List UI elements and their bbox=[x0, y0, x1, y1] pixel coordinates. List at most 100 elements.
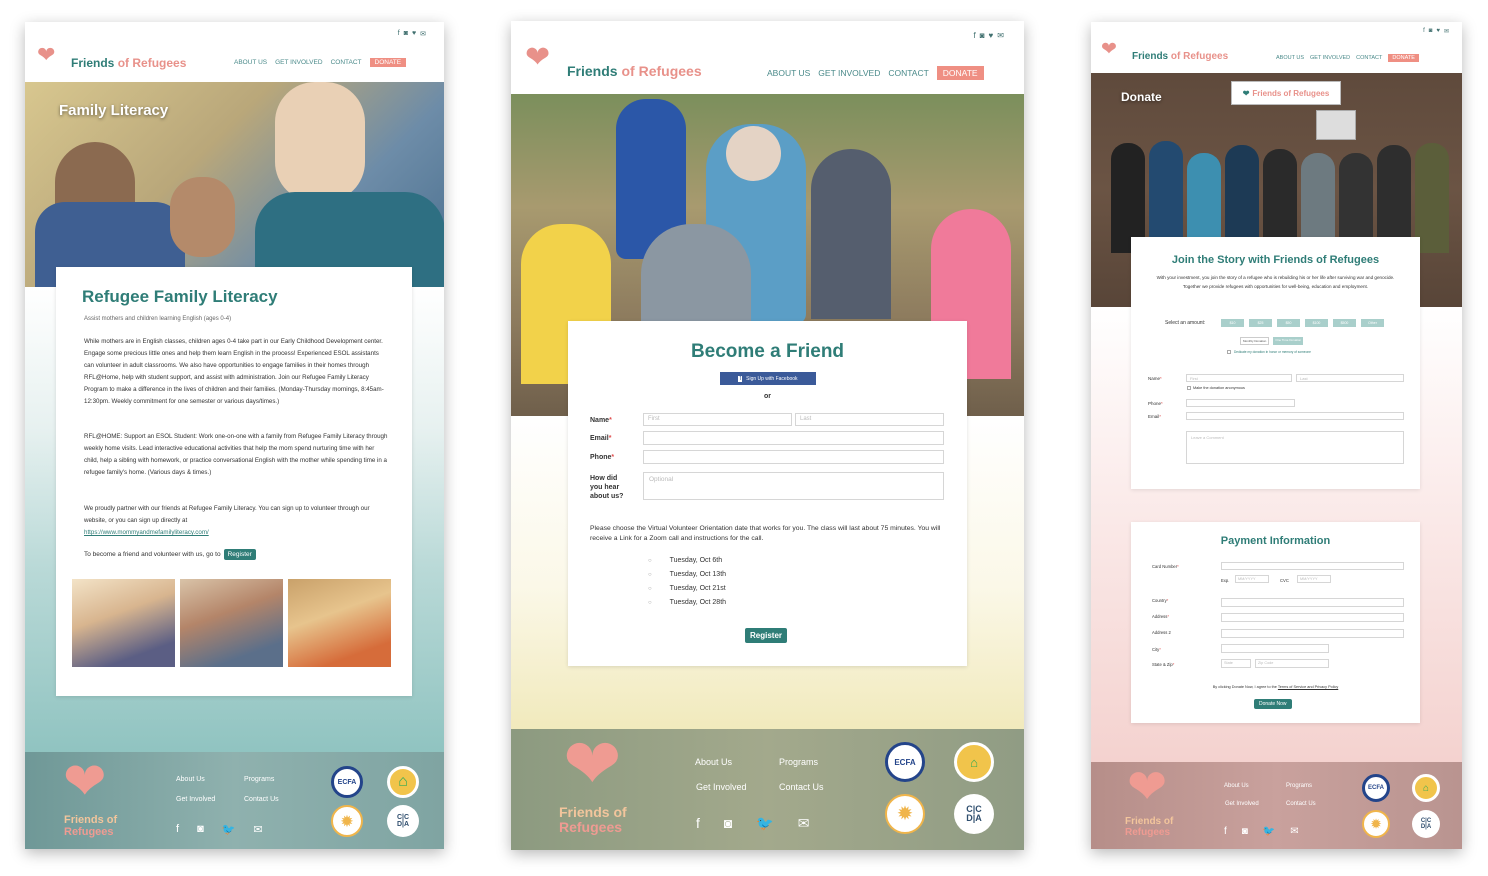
footer-heart-logo-icon[interactable]: ❤ bbox=[63, 756, 107, 808]
date-option[interactable]: ○ Tuesday, Oct 21st bbox=[648, 582, 726, 596]
nav-about[interactable]: ABOUT US bbox=[767, 68, 810, 78]
facebook-icon[interactable]: f bbox=[398, 30, 400, 38]
anonymous-checkbox[interactable]: Make the donation anonymous bbox=[1187, 386, 1245, 390]
brand-name[interactable]: Friends of Refugees bbox=[1132, 51, 1228, 62]
last-name-input[interactable]: Last bbox=[1296, 374, 1404, 382]
instagram-icon[interactable]: ◙ bbox=[724, 815, 732, 832]
nav-contact[interactable]: CONTACT bbox=[331, 59, 362, 66]
facebook-icon[interactable]: f bbox=[696, 815, 700, 832]
dedicate-checkbox[interactable]: Dedicate my donation in honor or memory … bbox=[1227, 350, 1311, 354]
nav-about[interactable]: ABOUT US bbox=[1276, 55, 1304, 61]
heart-logo-icon[interactable]: ❤ bbox=[37, 44, 55, 66]
date-option[interactable]: ○ Tuesday, Oct 28th bbox=[648, 596, 726, 610]
exp-input[interactable]: MM/YYYY bbox=[1235, 575, 1269, 583]
nav-get-involved[interactable]: GET INVOLVED bbox=[275, 59, 322, 66]
last-name-input[interactable]: Last bbox=[795, 413, 944, 426]
footer-about-link[interactable]: About Us bbox=[176, 776, 205, 783]
footer-heart-logo-icon[interactable]: ❤ bbox=[563, 729, 622, 799]
first-name-input[interactable]: First bbox=[643, 413, 792, 426]
gallery-photo bbox=[180, 579, 283, 667]
email-input[interactable] bbox=[1186, 412, 1404, 420]
donate-now-button[interactable]: Donate Now bbox=[1254, 699, 1292, 709]
facebook-icon[interactable]: f bbox=[1224, 826, 1227, 837]
facebook-signup-button[interactable]: f Sign Up with Facebook bbox=[720, 372, 816, 385]
cvc-input[interactable]: MM/YYYY bbox=[1297, 575, 1331, 583]
nav-donate-button[interactable]: DONATE bbox=[936, 66, 984, 80]
footer-involved-link[interactable]: Get Involved bbox=[696, 782, 747, 792]
register-button[interactable]: Register bbox=[745, 628, 788, 643]
twitter-icon[interactable]: ♥ bbox=[989, 31, 994, 40]
hear-about-input[interactable]: Optional bbox=[643, 472, 944, 500]
footer-programs-link[interactable]: Programs bbox=[244, 776, 274, 783]
nav-about[interactable]: ABOUT US bbox=[234, 59, 267, 66]
twitter-icon[interactable]: ♥ bbox=[1436, 28, 1440, 35]
mail-icon[interactable]: ✉ bbox=[253, 823, 262, 836]
footer-contact-link[interactable]: Contact Us bbox=[1286, 801, 1316, 807]
country-input[interactable] bbox=[1221, 598, 1404, 607]
nav-donate-button[interactable]: DONATE bbox=[1388, 54, 1419, 62]
mail-icon[interactable]: ✉ bbox=[1290, 826, 1298, 837]
amount-option[interactable]: Other bbox=[1361, 319, 1384, 327]
twitter-icon[interactable]: 🐦 bbox=[222, 823, 236, 836]
nav-donate-button[interactable]: DONATE bbox=[369, 58, 407, 67]
footer-about-link[interactable]: About Us bbox=[695, 757, 732, 767]
amount-option[interactable]: $500 bbox=[1333, 319, 1356, 327]
facebook-icon[interactable]: f bbox=[973, 31, 975, 40]
nav-contact[interactable]: CONTACT bbox=[888, 68, 928, 78]
footer-programs-link[interactable]: Programs bbox=[1286, 783, 1312, 789]
partner-link[interactable]: https://www.mommyandmefamilyliteracy.com… bbox=[84, 529, 209, 536]
brand-name[interactable]: Friends of Refugees bbox=[567, 63, 702, 79]
nav-get-involved[interactable]: GET INVOLVED bbox=[818, 68, 880, 78]
twitter-icon[interactable]: 🐦 bbox=[756, 815, 773, 832]
address-input[interactable] bbox=[1221, 613, 1404, 622]
footer-heart-logo-icon[interactable]: ❤ bbox=[1127, 764, 1167, 812]
date-option[interactable]: ○ Tuesday, Oct 6th bbox=[648, 554, 726, 568]
nav-get-involved[interactable]: GET INVOLVED bbox=[1310, 55, 1350, 61]
footer-involved-link[interactable]: Get Involved bbox=[1225, 801, 1259, 807]
phone-input[interactable] bbox=[643, 450, 944, 464]
mail-icon[interactable]: ✉ bbox=[1444, 28, 1449, 35]
instagram-icon[interactable]: ◙ bbox=[1429, 28, 1433, 35]
instagram-icon[interactable]: ◙ bbox=[1242, 826, 1248, 837]
footer-programs-link[interactable]: Programs bbox=[779, 757, 818, 767]
instagram-icon[interactable]: ◙ bbox=[197, 823, 204, 836]
monthly-donation-option[interactable]: Monthly Donation bbox=[1240, 337, 1270, 345]
amount-option[interactable]: $25 bbox=[1249, 319, 1272, 327]
heart-logo-icon[interactable]: ❤ bbox=[1101, 40, 1117, 59]
first-name-input[interactable]: First bbox=[1186, 374, 1292, 382]
terms-link[interactable]: Terms of Service and Privacy Policy bbox=[1278, 685, 1338, 689]
footer-contact-link[interactable]: Contact Us bbox=[244, 796, 279, 803]
amount-option[interactable]: $10 bbox=[1221, 319, 1244, 327]
nav-contact[interactable]: CONTACT bbox=[1356, 55, 1382, 61]
date-option[interactable]: ○ Tuesday, Oct 13th bbox=[648, 568, 726, 582]
heart-logo-icon[interactable]: ❤ bbox=[525, 43, 550, 73]
hero-title: Donate bbox=[1121, 90, 1162, 104]
amount-option[interactable]: $100 bbox=[1305, 319, 1328, 327]
mail-icon[interactable]: ✉ bbox=[798, 815, 810, 832]
brand-name[interactable]: Friends of Refugees bbox=[71, 56, 186, 70]
state-input[interactable]: State bbox=[1221, 659, 1251, 668]
instagram-icon[interactable]: ◙ bbox=[404, 30, 408, 38]
facebook-icon[interactable]: f bbox=[1423, 28, 1425, 35]
phone-input[interactable] bbox=[1186, 399, 1295, 407]
address2-input[interactable] bbox=[1221, 629, 1404, 638]
twitter-icon[interactable]: 🐦 bbox=[1263, 826, 1275, 837]
mail-icon[interactable]: ✉ bbox=[997, 31, 1004, 40]
footer-contact-link[interactable]: Contact Us bbox=[779, 782, 824, 792]
twitter-icon[interactable]: ♥ bbox=[412, 30, 416, 38]
comment-input[interactable]: Leave a Comment bbox=[1186, 431, 1404, 464]
cdca-badge: C|C D|A bbox=[954, 794, 994, 834]
register-button[interactable]: Register bbox=[223, 549, 256, 560]
instagram-icon[interactable]: ◙ bbox=[980, 31, 985, 40]
amount-option[interactable]: $50 bbox=[1277, 319, 1300, 327]
mail-icon[interactable]: ✉ bbox=[420, 30, 426, 38]
facebook-icon[interactable]: f bbox=[176, 823, 179, 836]
one-time-donation-option[interactable]: One Time Donation bbox=[1273, 337, 1304, 345]
card-number-input[interactable] bbox=[1221, 562, 1404, 570]
zip-input[interactable]: Zip Code bbox=[1255, 659, 1329, 668]
city-input[interactable] bbox=[1221, 644, 1329, 653]
name-label: Name* bbox=[590, 417, 612, 424]
footer-involved-link[interactable]: Get Involved bbox=[176, 796, 215, 803]
footer-about-link[interactable]: About Us bbox=[1224, 783, 1249, 789]
email-input[interactable] bbox=[643, 431, 944, 445]
